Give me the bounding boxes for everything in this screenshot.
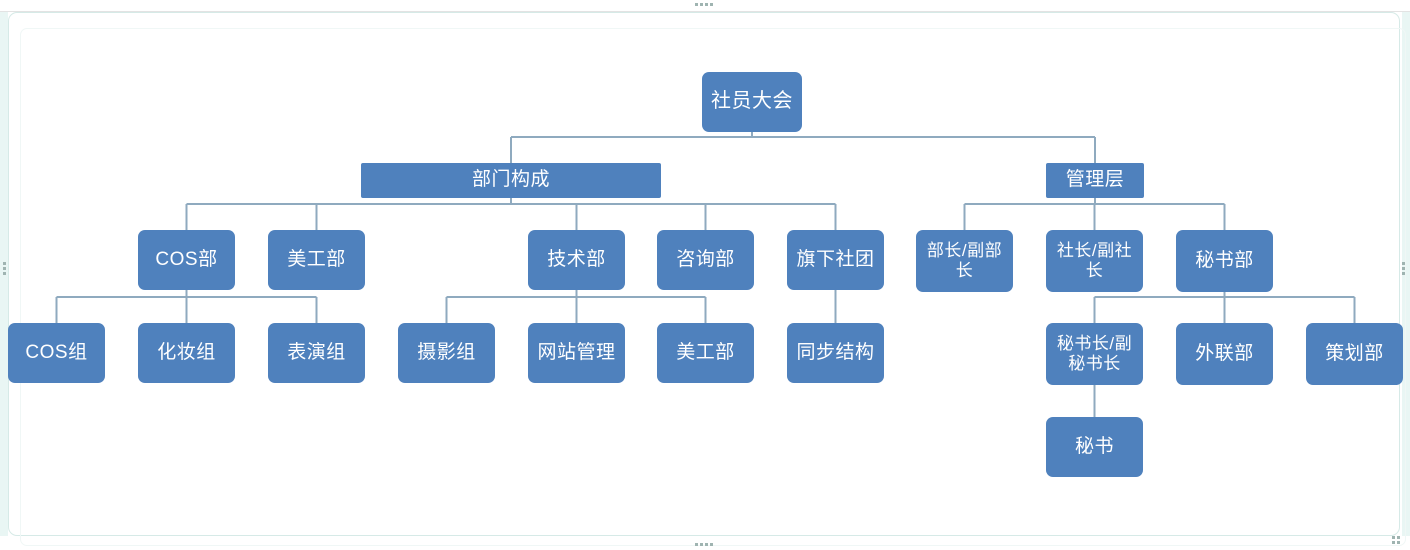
org-node-n14[interactable]: 摄影组 <box>398 323 495 383</box>
org-node-label: 美工部 <box>287 248 346 270</box>
org-node-label: 秘书部 <box>1195 249 1254 271</box>
grip-dot <box>3 267 6 270</box>
org-node-n17[interactable]: 同步结构 <box>787 323 884 383</box>
grip-dot <box>710 3 713 6</box>
org-node-label: 表演组 <box>287 341 346 363</box>
grip-dot <box>3 262 6 265</box>
org-node-label: 同步结构 <box>796 341 875 363</box>
grip-dot <box>1397 536 1400 539</box>
org-node-n16[interactable]: 美工部 <box>657 323 754 383</box>
org-node-n5[interactable]: 技术部 <box>528 230 625 290</box>
grip-dot <box>700 543 703 546</box>
org-node-label: 管理层 <box>1065 169 1125 191</box>
org-node-label: 部长/副部长 <box>926 240 1003 280</box>
grip-dot <box>1397 541 1400 544</box>
grip-dot <box>1392 541 1395 544</box>
top-margin-band <box>0 0 1410 12</box>
grip-dot <box>695 3 698 6</box>
selection-handle-right[interactable] <box>1402 262 1405 275</box>
grip-dot <box>705 3 708 6</box>
org-node-label: 策划部 <box>1325 342 1384 364</box>
grip-dot <box>1402 272 1405 275</box>
org-node-n21[interactable]: 秘书 <box>1046 417 1143 477</box>
selection-handle-top[interactable] <box>695 3 713 6</box>
grip-dot <box>3 272 6 275</box>
grip-dot <box>705 543 708 546</box>
grip-dot <box>1392 536 1395 539</box>
org-node-n10[interactable]: 秘书部 <box>1176 230 1273 292</box>
org-node-n4[interactable]: 美工部 <box>268 230 365 290</box>
selection-handle-left[interactable] <box>3 262 6 275</box>
org-node-n8[interactable]: 部长/副部长 <box>916 230 1013 292</box>
org-node-n0[interactable]: 社员大会 <box>702 72 802 132</box>
selection-handle-bottom-right[interactable] <box>1392 536 1400 544</box>
org-node-n1[interactable]: 部门构成 <box>361 163 661 198</box>
org-node-label: 摄影组 <box>417 341 476 363</box>
org-node-label: 秘书 <box>1074 435 1114 457</box>
org-node-n19[interactable]: 外联部 <box>1176 323 1273 385</box>
org-node-label: COS部 <box>155 248 218 270</box>
grip-dot <box>1402 262 1405 265</box>
org-node-label: 美工部 <box>676 341 735 363</box>
org-node-n15[interactable]: 网站管理 <box>528 323 625 383</box>
org-node-n11[interactable]: COS组 <box>8 323 105 383</box>
grip-dot <box>695 543 698 546</box>
grip-dot <box>710 543 713 546</box>
org-node-n20[interactable]: 策划部 <box>1306 323 1403 385</box>
org-node-n6[interactable]: 咨询部 <box>657 230 754 290</box>
org-node-label: 咨询部 <box>676 248 735 270</box>
org-node-label: 网站管理 <box>537 341 616 363</box>
org-node-label: 旗下社团 <box>796 248 875 270</box>
grip-dot <box>1402 267 1405 270</box>
org-node-label: 外联部 <box>1195 342 1254 364</box>
org-node-n13[interactable]: 表演组 <box>268 323 365 383</box>
org-node-n18[interactable]: 秘书长/副秘书长 <box>1046 323 1143 385</box>
org-node-n2[interactable]: 管理层 <box>1046 163 1144 198</box>
org-node-n7[interactable]: 旗下社团 <box>787 230 884 290</box>
screenshot-canvas: 社员大会 部门构成 管理层 COS部 美工部 技术部 咨询部 旗下社团 部长/副部长 社长/副社长… <box>0 0 1410 550</box>
selection-handle-bottom[interactable] <box>695 543 713 546</box>
org-node-n3[interactable]: COS部 <box>138 230 235 290</box>
org-node-label: 技术部 <box>547 248 606 270</box>
org-node-label: COS组 <box>25 341 88 363</box>
org-node-label: 秘书长/副秘书长 <box>1056 333 1133 373</box>
org-node-label: 化妆组 <box>157 341 216 363</box>
org-node-n12[interactable]: 化妆组 <box>138 323 235 383</box>
grip-dot <box>700 3 703 6</box>
org-node-n9[interactable]: 社长/副社长 <box>1046 230 1143 292</box>
org-node-label: 部门构成 <box>471 169 550 191</box>
org-node-label: 社长/副社长 <box>1056 240 1133 280</box>
org-node-label: 社员大会 <box>711 90 793 113</box>
